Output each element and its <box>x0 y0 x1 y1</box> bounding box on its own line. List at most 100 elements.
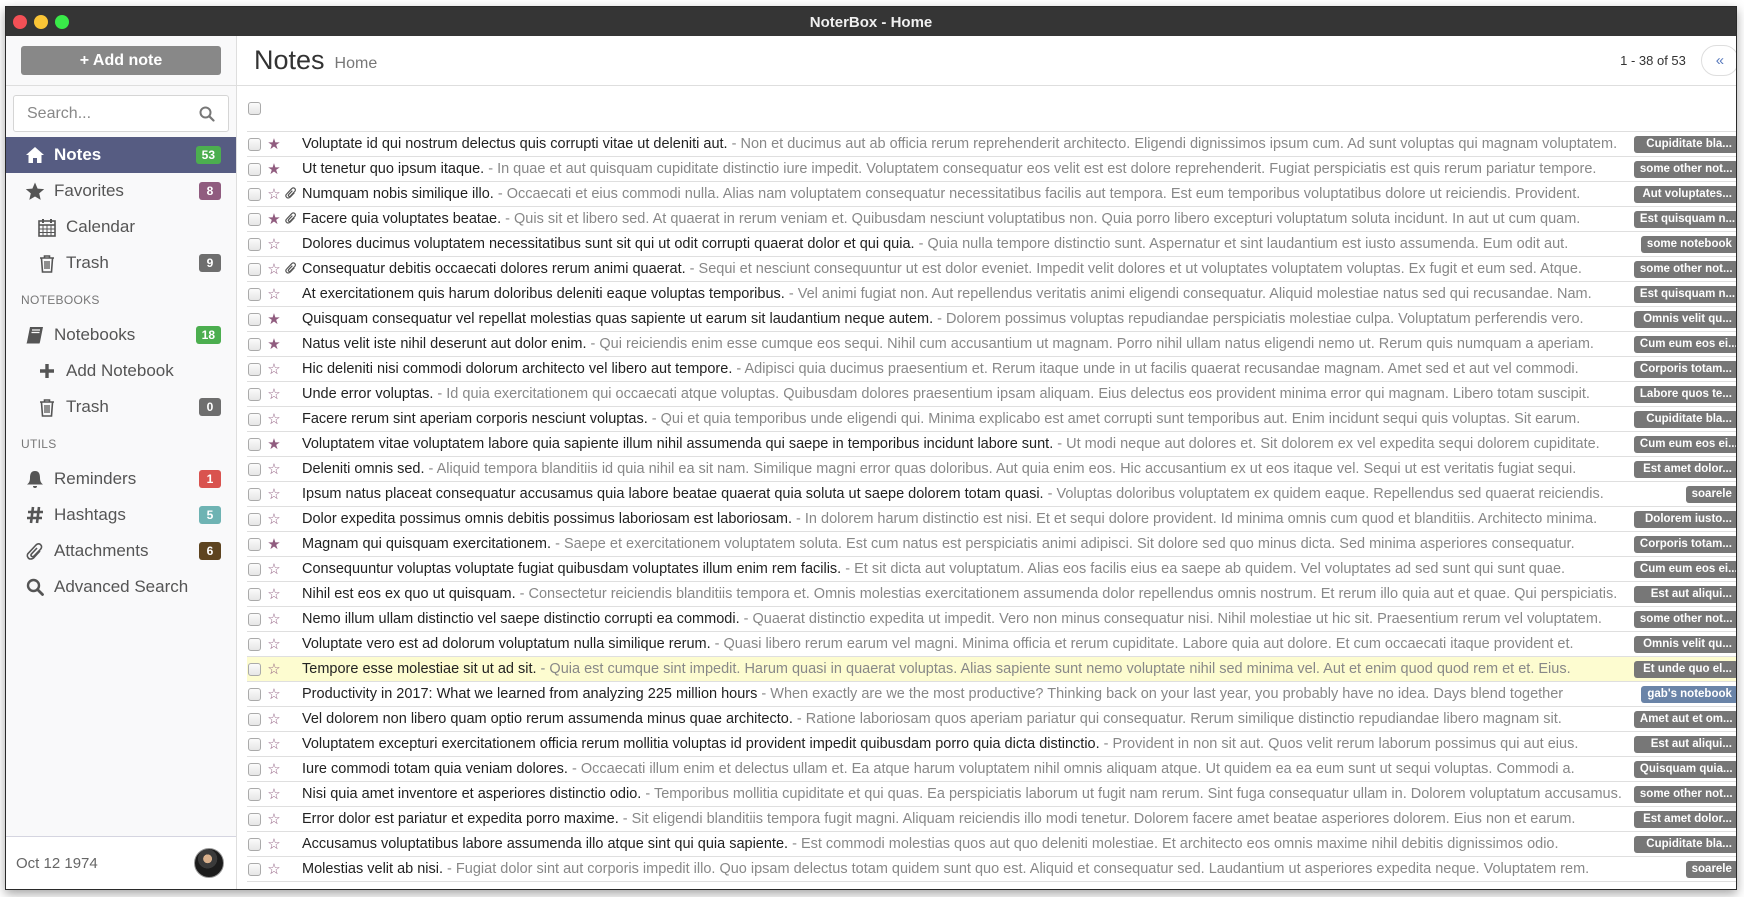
note-text[interactable]: Hic deleniti nisi commodi dolorum archit… <box>302 361 1622 377</box>
notebook-badge[interactable]: Omnis velit qu... <box>1633 310 1736 328</box>
note-row[interactable]: ☆ Deleniti omnis sed. - Aliquid tempora b… <box>247 457 1736 482</box>
note-row[interactable]: ☆ Molestias velit ab nisi. - Fugiat dolor… <box>247 857 1736 882</box>
notebook-badge[interactable]: Cupiditate bla... <box>1633 835 1736 853</box>
star-outline-icon[interactable]: ☆ <box>264 387 284 402</box>
note-row[interactable]: ☆ Numquam nobis similique illo. - Occaeca… <box>247 182 1736 207</box>
notebook-badge[interactable]: soarele <box>1685 860 1736 878</box>
note-checkbox[interactable] <box>248 237 261 251</box>
star-filled-icon[interactable]: ★ <box>264 212 284 227</box>
sidebar-item-trash-notebooks[interactable]: Trash 0 <box>6 389 236 425</box>
notebook-badge[interactable]: Corporis totam... <box>1633 360 1736 378</box>
notebook-badge[interactable]: Est amet dolor... <box>1633 810 1736 828</box>
note-text[interactable]: Magnam qui quisquam exercitationem. - Sa… <box>302 536 1622 552</box>
note-row[interactable]: ★ Quisquam consequatur vel repellat moles… <box>247 307 1736 332</box>
note-checkbox[interactable] <box>248 287 261 301</box>
select-all-checkbox[interactable] <box>248 102 261 115</box>
note-row[interactable]: ☆ Nihil est eos ex quo ut quisquam. - Con… <box>247 582 1736 607</box>
notebook-badge[interactable]: gab's notebook <box>1641 685 1736 703</box>
star-filled-icon[interactable]: ★ <box>264 312 284 327</box>
note-checkbox[interactable] <box>248 362 261 376</box>
star-outline-icon[interactable]: ☆ <box>264 512 284 527</box>
note-text[interactable]: Deleniti omnis sed. - Aliquid tempora bl… <box>302 461 1622 477</box>
note-text[interactable]: Voluptate id qui nostrum delectus quis c… <box>302 136 1622 152</box>
note-row[interactable]: ☆ Unde error voluptas. - Id quia exercita… <box>247 382 1736 407</box>
note-checkbox[interactable] <box>248 487 261 501</box>
note-text[interactable]: Nisi quia amet inventore et asperiores d… <box>302 786 1622 802</box>
sidebar-item-favorites[interactable]: Favorites 8 <box>6 173 236 209</box>
sidebar-item-advanced-search[interactable]: Advanced Search <box>6 569 236 605</box>
notebook-badge[interactable]: Et unde quo el... <box>1633 660 1736 678</box>
note-checkbox[interactable] <box>248 462 261 476</box>
note-text[interactable]: Quisquam consequatur vel repellat molest… <box>302 311 1622 327</box>
notebook-badge[interactable]: Aut voluptates... <box>1633 185 1736 203</box>
note-checkbox[interactable] <box>248 162 261 176</box>
note-checkbox[interactable] <box>248 687 261 701</box>
notebook-badge[interactable]: Amet aut et om... <box>1633 710 1736 728</box>
note-checkbox[interactable] <box>248 837 261 851</box>
note-text[interactable]: Nemo illum ullam distinctio vel saepe di… <box>302 611 1622 627</box>
notebook-badge[interactable]: some other not... <box>1633 160 1736 178</box>
notebook-badge[interactable]: some other not... <box>1633 260 1736 278</box>
star-outline-icon[interactable]: ☆ <box>264 787 284 802</box>
note-checkbox[interactable] <box>248 587 261 601</box>
notebook-badge[interactable]: Est quisquam n... <box>1633 285 1736 303</box>
star-filled-icon[interactable]: ★ <box>264 162 284 177</box>
note-checkbox[interactable] <box>248 437 261 451</box>
star-outline-icon[interactable]: ☆ <box>264 762 284 777</box>
note-text[interactable]: Ut tenetur quo ipsum itaque. - In quae e… <box>302 161 1622 177</box>
note-text[interactable]: Error dolor est pariatur et expedita por… <box>302 811 1622 827</box>
note-text[interactable]: Accusamus voluptatibus labore assumenda … <box>302 836 1622 852</box>
note-checkbox[interactable] <box>248 637 261 651</box>
note-checkbox[interactable] <box>248 187 261 201</box>
note-text[interactable]: Facere quia voluptates beatae. - Quis si… <box>302 211 1622 227</box>
note-row[interactable]: ★ Voluptate id qui nostrum delectus quis … <box>247 132 1736 157</box>
note-checkbox[interactable] <box>248 762 261 776</box>
note-checkbox[interactable] <box>248 262 261 276</box>
note-text[interactable]: Productivity in 2017: What we learned fr… <box>302 686 1622 702</box>
notebook-badge[interactable]: Corporis totam... <box>1633 535 1736 553</box>
notebook-badge[interactable]: some other not... <box>1633 610 1736 628</box>
star-filled-icon[interactable]: ★ <box>264 137 284 152</box>
note-checkbox[interactable] <box>248 787 261 801</box>
star-outline-icon[interactable]: ☆ <box>264 862 284 877</box>
notebook-badge[interactable]: Cum eum eos ei... <box>1633 560 1736 578</box>
note-text[interactable]: Nihil est eos ex quo ut quisquam. - Cons… <box>302 586 1622 602</box>
note-row[interactable]: ☆ Nisi quia amet inventore et asperiores … <box>247 782 1736 807</box>
note-row[interactable]: ☆ Ipsum natus placeat consequatur accusam… <box>247 482 1736 507</box>
sidebar-item-notebooks[interactable]: Notebooks 18 <box>6 317 236 353</box>
note-text[interactable]: At exercitationem quis harum doloribus d… <box>302 286 1622 302</box>
note-checkbox[interactable] <box>248 862 261 876</box>
notebook-badge[interactable]: Cupiditate bla... <box>1633 410 1736 428</box>
note-text[interactable]: Consequuntur voluptas voluptate fugiat q… <box>302 561 1622 577</box>
notebook-badge[interactable]: some notebook <box>1640 235 1736 253</box>
note-row[interactable]: ☆ Vel dolorem non libero quam optio rerum… <box>247 707 1736 732</box>
note-checkbox[interactable] <box>248 412 261 426</box>
notebook-badge[interactable]: Labore quos te... <box>1633 385 1736 403</box>
note-checkbox[interactable] <box>248 387 261 401</box>
notebook-badge[interactable]: Est aut aliqui... <box>1633 585 1736 603</box>
note-row[interactable]: ☆ Accusamus voluptatibus labore assumenda… <box>247 832 1736 857</box>
star-outline-icon[interactable]: ☆ <box>264 362 284 377</box>
sidebar-item-hashtags[interactable]: Hashtags 5 <box>6 497 236 533</box>
note-text[interactable]: Natus velit iste nihil deserunt aut dolo… <box>302 336 1622 352</box>
note-row[interactable]: ☆ Consequatur debitis occaecati dolores r… <box>247 257 1736 282</box>
star-outline-icon[interactable]: ☆ <box>264 412 284 427</box>
note-row[interactable]: ★ Natus velit iste nihil deserunt aut dol… <box>247 332 1736 357</box>
notebook-badge[interactable]: Est amet dolor... <box>1633 460 1736 478</box>
note-row[interactable]: ☆ Facere rerum sint aperiam corporis nesc… <box>247 407 1736 432</box>
note-text[interactable]: Numquam nobis similique illo. - Occaecat… <box>302 186 1622 202</box>
notebook-badge[interactable]: Quisquam quia... <box>1633 760 1736 778</box>
note-text[interactable]: Dolor expedita possimus omnis debitis po… <box>302 511 1622 527</box>
search-input[interactable] <box>14 96 228 131</box>
note-text[interactable]: Molestias velit ab nisi. - Fugiat dolor … <box>302 861 1622 877</box>
note-checkbox[interactable] <box>248 562 261 576</box>
note-checkbox[interactable] <box>248 512 261 526</box>
star-outline-icon[interactable]: ☆ <box>264 812 284 827</box>
note-checkbox[interactable] <box>248 537 261 551</box>
notebook-badge[interactable]: Omnis velit qu... <box>1633 635 1736 653</box>
sidebar-item-notes[interactable]: Notes 53 <box>6 137 236 173</box>
note-checkbox[interactable] <box>248 812 261 826</box>
note-text[interactable]: Facere rerum sint aperiam corporis nesci… <box>302 411 1622 427</box>
note-checkbox[interactable] <box>248 337 261 351</box>
note-row[interactable]: ☆ Productivity in 2017: What we learned f… <box>247 682 1736 707</box>
